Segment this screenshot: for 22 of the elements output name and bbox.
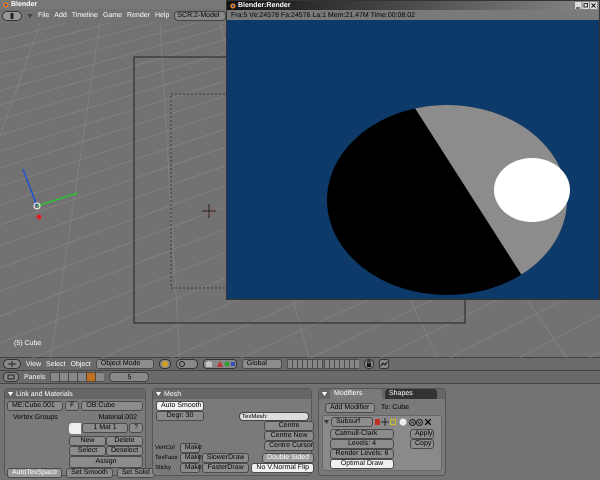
window-controls-icon[interactable] [575, 2, 597, 9]
modifier-toggle-icons[interactable] [375, 418, 397, 426]
collapse-icon[interactable] [156, 392, 161, 396]
info-icon[interactable] [2, 10, 22, 21]
close-icon[interactable] [425, 419, 431, 426]
collapse-icon[interactable] [322, 392, 327, 396]
logo-icon [2, 1, 9, 8]
lock-icon[interactable] [364, 359, 374, 370]
circle-icon[interactable] [399, 418, 407, 426]
layers-icon[interactable] [286, 359, 359, 370]
collapse-icon[interactable] [324, 420, 329, 424]
move-up-down-icon[interactable] [409, 418, 423, 426]
view-type-icon[interactable] [3, 359, 21, 370]
window-type-icon[interactable] [3, 372, 19, 382]
logo-icon [229, 2, 236, 9]
shading-icon[interactable] [158, 359, 171, 370]
manipulator-icons[interactable] [202, 359, 237, 370]
context-icons[interactable] [50, 372, 104, 382]
render-icon[interactable] [378, 359, 389, 370]
collapse-icon[interactable] [8, 392, 13, 396]
pivot-icon[interactable] [176, 359, 198, 370]
color-swatch[interactable] [69, 423, 81, 434]
